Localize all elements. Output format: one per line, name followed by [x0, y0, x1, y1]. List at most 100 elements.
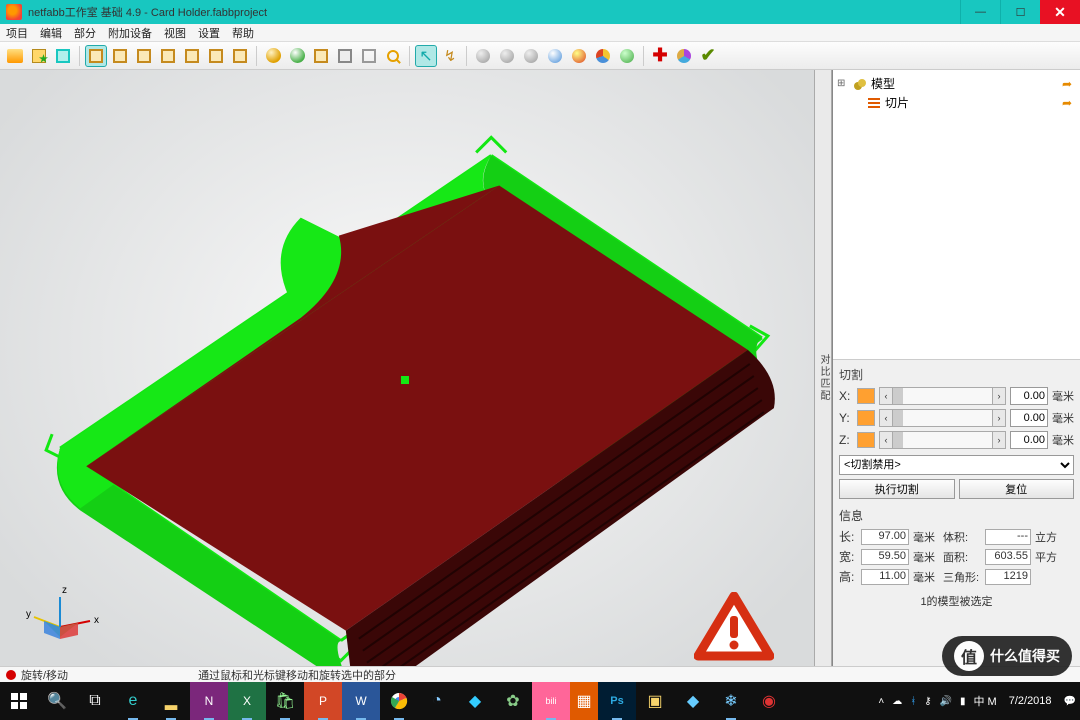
task-app-f-icon[interactable]: ◆ — [674, 682, 712, 720]
tool-sphere-d-icon[interactable] — [544, 45, 566, 67]
task-photoshop-icon[interactable]: Ps — [598, 682, 636, 720]
cut-row-z: Z: ‹ › 毫米 — [839, 431, 1074, 449]
cut-x-slider[interactable] — [893, 387, 992, 405]
tool-check-icon[interactable]: ✔ — [697, 45, 719, 67]
warning-icon[interactable] — [694, 592, 774, 662]
tool-save-icon[interactable] — [52, 45, 74, 67]
task-edge-icon[interactable]: e — [114, 682, 152, 720]
cut-z-slider[interactable] — [893, 431, 992, 449]
tree-link-icon[interactable]: ➦ — [1062, 77, 1076, 91]
tool-analyze-icon[interactable] — [673, 45, 695, 67]
cut-y-slider[interactable] — [893, 409, 992, 427]
tool-sphere-f-icon[interactable] — [616, 45, 638, 67]
cut-x-inc[interactable]: › — [992, 387, 1006, 405]
tray-ime[interactable]: 中 M — [969, 682, 1000, 720]
tray-battery-icon[interactable]: ▮ — [956, 682, 970, 720]
tool-view-front-icon[interactable] — [157, 45, 179, 67]
task-app-e-icon[interactable]: ▣ — [636, 682, 674, 720]
cut-z-inc[interactable]: › — [992, 431, 1006, 449]
window-close-button[interactable]: ✕ — [1040, 0, 1080, 24]
task-excel-icon[interactable]: X — [228, 682, 266, 720]
tool-select-arrow-icon[interactable]: ↖ — [415, 45, 437, 67]
tray-volume-icon[interactable]: 🔊 — [936, 682, 956, 720]
cut-x-value[interactable] — [1010, 387, 1048, 405]
tool-view-top-icon[interactable] — [109, 45, 131, 67]
tool-view-right-icon[interactable] — [229, 45, 251, 67]
task-powerpoint-icon[interactable]: P — [304, 682, 342, 720]
tool-view-bottom-icon[interactable] — [133, 45, 155, 67]
tool-new-project-icon[interactable]: ★ — [28, 45, 50, 67]
cut-x-unit: 毫米 — [1052, 388, 1074, 404]
tray-network-icon[interactable]: ⚷ — [920, 682, 935, 720]
tool-transparent-icon[interactable] — [358, 45, 380, 67]
tool-zoom-icon[interactable] — [382, 45, 404, 67]
info-volume-label: 体积: — [943, 529, 981, 545]
viewport-3d[interactable]: x y z — [0, 70, 814, 682]
tool-view-left-icon[interactable] — [205, 45, 227, 67]
window-minimize-button[interactable]: — — [960, 0, 1000, 24]
task-app-b-icon[interactable]: ◆ — [456, 682, 494, 720]
tray-overflow-icon[interactable]: ˄ — [874, 682, 888, 720]
tray-bluetooth-icon[interactable]: ᚼ — [906, 682, 920, 720]
menu-help[interactable]: 帮助 — [226, 24, 260, 41]
window-maximize-button[interactable]: ☐ — [1000, 0, 1040, 24]
tool-sphere-e-icon[interactable] — [568, 45, 590, 67]
tree-node-slices[interactable]: 切片 ➦ — [833, 93, 1080, 112]
cut-execute-button[interactable]: 执行切割 — [839, 479, 955, 499]
cut-mode-select[interactable]: <切割禁用> — [839, 455, 1074, 475]
tree-node-models[interactable]: ⊞ 模型 ➦ — [833, 74, 1080, 93]
menu-settings[interactable]: 设置 — [192, 24, 226, 41]
panel-collapse-tab[interactable]: 对比匹配 — [814, 70, 832, 682]
task-taskview-icon[interactable]: ⧉ — [76, 682, 114, 720]
watermark-icon: 值 — [954, 641, 984, 671]
tray-notifications-icon[interactable]: 💬 — [1060, 682, 1080, 720]
tool-sphere-a-icon[interactable] — [472, 45, 494, 67]
task-store-icon[interactable]: 🛍 — [266, 682, 304, 720]
task-onenote-icon[interactable]: N — [190, 682, 228, 720]
cut-reset-button[interactable]: 复位 — [959, 479, 1075, 499]
tray-onedrive-icon[interactable]: ☁ — [888, 682, 906, 720]
menu-project[interactable]: 项目 — [0, 24, 34, 41]
info-tris-label: 三角形: — [943, 569, 981, 585]
cut-y-dec[interactable]: ‹ — [879, 409, 893, 427]
menu-view[interactable]: 视图 — [158, 24, 192, 41]
info-height-unit: 毫米 — [913, 569, 939, 585]
tool-sphere-b-icon[interactable] — [496, 45, 518, 67]
cut-x-swatch[interactable] — [857, 388, 875, 404]
task-search-icon[interactable]: 🔍 — [38, 682, 76, 720]
task-app-a-icon[interactable]: ◔ — [418, 682, 456, 720]
cut-y-value[interactable] — [1010, 409, 1048, 427]
info-width-value: 59.50 — [861, 549, 909, 565]
task-explorer-icon[interactable]: ▂ — [152, 682, 190, 720]
tool-shade1-icon[interactable] — [262, 45, 284, 67]
tool-open-icon[interactable] — [4, 45, 26, 67]
cut-z-value[interactable] — [1010, 431, 1048, 449]
tool-shade3-icon[interactable] — [310, 45, 332, 67]
tool-view-default-icon[interactable] — [85, 45, 107, 67]
cut-y-swatch[interactable] — [857, 410, 875, 426]
cut-z-dec[interactable]: ‹ — [879, 431, 893, 449]
tool-shade4-icon[interactable] — [334, 45, 356, 67]
task-bilibili-icon[interactable]: bili — [532, 682, 570, 720]
menu-edit[interactable]: 编辑 — [34, 24, 68, 41]
task-word-icon[interactable]: W — [342, 682, 380, 720]
task-app-c-icon[interactable]: ✿ — [494, 682, 532, 720]
tool-view-back-icon[interactable] — [181, 45, 203, 67]
tree-link-icon[interactable]: ➦ — [1062, 96, 1076, 110]
tool-move-icon[interactable]: ↯ — [439, 45, 461, 67]
start-button[interactable] — [0, 682, 38, 720]
cut-z-swatch[interactable] — [857, 432, 875, 448]
cut-y-inc[interactable]: › — [992, 409, 1006, 427]
tray-clock[interactable]: 7/2/2018 — [1001, 695, 1060, 707]
task-netfabb-icon[interactable]: ❄ — [712, 682, 750, 720]
tool-shade2-icon[interactable] — [286, 45, 308, 67]
menu-part[interactable]: 部分 — [68, 24, 102, 41]
menu-device[interactable]: 附加设备 — [102, 24, 158, 41]
task-app-d-icon[interactable]: ▦ — [570, 682, 598, 720]
cut-x-dec[interactable]: ‹ — [879, 387, 893, 405]
tool-pie-icon[interactable] — [592, 45, 614, 67]
task-app-g-icon[interactable]: ◉ — [750, 682, 788, 720]
tool-repair-icon[interactable]: ✚ — [649, 45, 671, 67]
task-chrome-icon[interactable] — [380, 682, 418, 720]
tool-sphere-c-icon[interactable] — [520, 45, 542, 67]
